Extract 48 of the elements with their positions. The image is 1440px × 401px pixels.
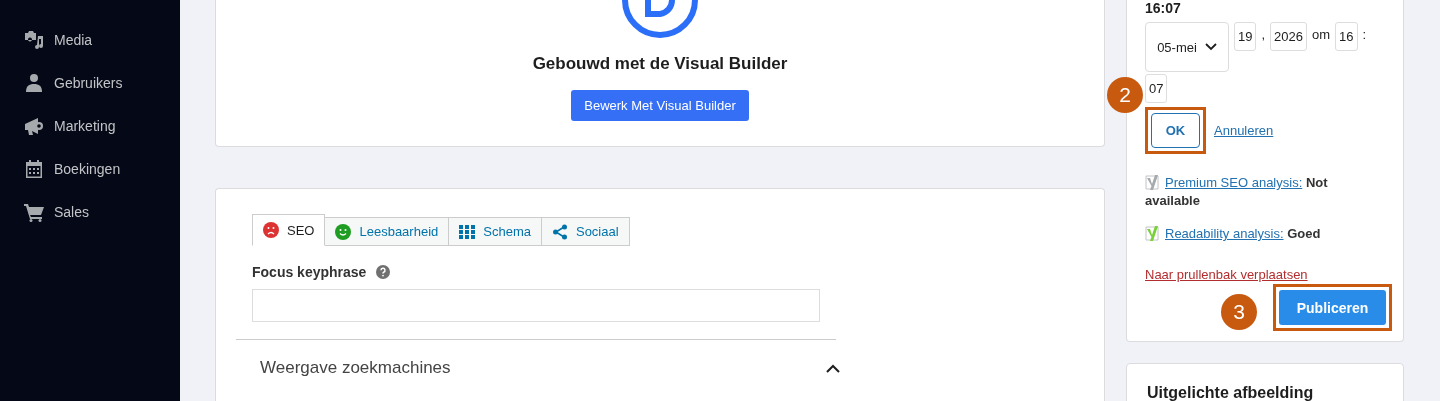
date-field[interactable]: 19 <box>1234 22 1257 51</box>
ok-button[interactable]: OK <box>1151 113 1200 148</box>
step-badge: 3 <box>1221 294 1257 330</box>
date-field[interactable]: 07 <box>1145 74 1168 103</box>
help-icon[interactable] <box>376 265 391 279</box>
tab[interactable]: Sociaal <box>541 217 630 246</box>
analysis-text: Readability analysis: Goed <box>1145 224 1386 243</box>
field-label: Focus keyphrase <box>252 264 367 280</box>
sad-face-icon <box>263 222 279 238</box>
caret-icon <box>1204 43 1217 51</box>
sidebar-item[interactable]: Boekingen <box>0 147 180 190</box>
step-badge: 2 <box>1107 77 1143 113</box>
logo-icon <box>620 0 700 38</box>
camera-music-icon <box>24 29 44 50</box>
user-icon <box>24 72 44 93</box>
separator-text: , <box>1261 26 1266 44</box>
smiley-icon <box>335 223 352 240</box>
card-title: Uitgelichte afbeelding <box>1147 384 1315 401</box>
grid-icon <box>459 223 476 240</box>
separator-text: : <box>1362 26 1367 44</box>
visual-builder-button[interactable]: Bewerk Met Visual Builder <box>571 90 749 121</box>
schedule-time: 16:07 <box>1145 0 1182 16</box>
sidebar-item[interactable]: Gebruikers <box>0 61 180 104</box>
analysis-link[interactable]: Readability analysis: <box>1165 226 1284 241</box>
chevron-up-icon[interactable] <box>826 363 840 373</box>
section-title: Weergave zoekmachines <box>260 358 451 378</box>
calendar-icon <box>24 158 44 179</box>
sidebar-item[interactable]: Marketing <box>0 104 180 147</box>
tab[interactable]: SEO <box>252 214 326 246</box>
sidebar-item[interactable]: Media <box>0 18 180 61</box>
analysis-link[interactable]: Premium SEO analysis: <box>1165 175 1303 190</box>
separator-text: om <box>1312 26 1331 44</box>
sidebar-item[interactable]: Sales <box>0 190 180 233</box>
yoast-icon <box>1145 224 1161 242</box>
trash-link[interactable]: Naar prullenbak verplaatsen <box>1145 267 1308 282</box>
tab[interactable]: Leesbaarheid <box>325 217 450 246</box>
cancel-link[interactable]: Annuleren <box>1214 123 1274 138</box>
analysis-text: Premium SEO analysis: Not available <box>1145 173 1329 210</box>
share-icon <box>551 223 568 240</box>
date-field[interactable]: 16 <box>1335 22 1358 51</box>
date-field[interactable]: 2026 <box>1270 22 1307 51</box>
cart-icon <box>24 201 44 222</box>
month-select[interactable]: 05-mei <box>1145 22 1229 72</box>
tab[interactable]: Schema <box>449 217 542 246</box>
builder-title: Gebouwd met de Visual Builder <box>532 54 788 74</box>
focus-keyphrase-field[interactable] <box>252 289 820 322</box>
yoast-icon <box>1145 173 1161 191</box>
megaphone-icon <box>24 115 44 136</box>
